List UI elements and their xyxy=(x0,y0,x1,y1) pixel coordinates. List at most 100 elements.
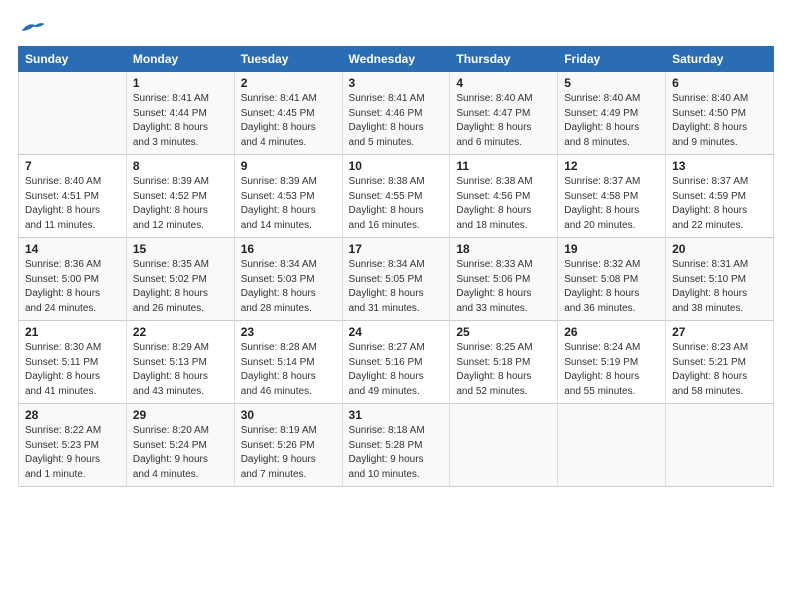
week-row-2: 7 Sunrise: 8:40 AM Sunset: 4:51 PM Daylig… xyxy=(19,155,774,238)
day-cell: 19 Sunrise: 8:32 AM Sunset: 5:08 PM Dayli… xyxy=(558,238,666,321)
col-header-sunday: Sunday xyxy=(19,47,127,72)
day-number: 29 xyxy=(133,408,228,422)
day-cell: 28Sunrise: 8:22 AM Sunset: 5:23 PM Dayli… xyxy=(19,404,127,487)
day-number: 20 xyxy=(672,242,767,256)
day-info: Sunrise: 8:41 AM Sunset: 4:46 PM Dayligh… xyxy=(349,92,444,150)
day-cell: 20Sunrise: 8:31 AM Sunset: 5:10 PM Dayli… xyxy=(666,238,774,321)
day-number: 24 xyxy=(349,325,444,339)
header xyxy=(18,18,774,36)
day-info: Sunrise: 8:41 AM Sunset: 4:44 PM Dayligh… xyxy=(133,92,228,150)
day-number: 13 xyxy=(672,159,767,173)
day-number: 30 xyxy=(241,408,336,422)
week-row-1: 1 Sunrise: 8:41 AM Sunset: 4:44 PM Daylig… xyxy=(19,72,774,155)
col-header-friday: Friday xyxy=(558,47,666,72)
week-row-4: 21Sunrise: 8:30 AM Sunset: 5:11 PM Dayli… xyxy=(19,321,774,404)
day-info: Sunrise: 8:40 AM Sunset: 4:47 PM Dayligh… xyxy=(456,92,551,150)
day-number: 11 xyxy=(456,159,551,173)
day-info: Sunrise: 8:41 AM Sunset: 4:45 PM Dayligh… xyxy=(241,92,336,150)
day-cell: 25 Sunrise: 8:25 AM Sunset: 5:18 PM Dayli… xyxy=(450,321,558,404)
day-number: 1 xyxy=(133,76,228,90)
day-cell: 27 Sunrise: 8:23 AM Sunset: 5:21 PM Dayli… xyxy=(666,321,774,404)
week-row-5: 28Sunrise: 8:22 AM Sunset: 5:23 PM Dayli… xyxy=(19,404,774,487)
day-info: Sunrise: 8:40 AM Sunset: 4:49 PM Dayligh… xyxy=(564,92,659,150)
day-cell: 23Sunrise: 8:28 AM Sunset: 5:14 PM Dayli… xyxy=(234,321,342,404)
day-info: Sunrise: 8:37 AM Sunset: 4:59 PM Dayligh… xyxy=(672,175,767,233)
day-cell: 14Sunrise: 8:36 AM Sunset: 5:00 PM Dayli… xyxy=(19,238,127,321)
day-cell: 15Sunrise: 8:35 AM Sunset: 5:02 PM Dayli… xyxy=(126,238,234,321)
col-header-wednesday: Wednesday xyxy=(342,47,450,72)
day-cell: 11 Sunrise: 8:38 AM Sunset: 4:56 PM Dayli… xyxy=(450,155,558,238)
day-info: Sunrise: 8:37 AM Sunset: 4:58 PM Dayligh… xyxy=(564,175,659,233)
day-cell: 24Sunrise: 8:27 AM Sunset: 5:16 PM Dayli… xyxy=(342,321,450,404)
col-header-thursday: Thursday xyxy=(450,47,558,72)
day-cell: 26 Sunrise: 8:24 AM Sunset: 5:19 PM Dayli… xyxy=(558,321,666,404)
day-number: 12 xyxy=(564,159,659,173)
calendar-table: SundayMondayTuesdayWednesdayThursdayFrid… xyxy=(18,46,774,487)
day-number: 21 xyxy=(25,325,120,339)
day-info: Sunrise: 8:34 AM Sunset: 5:03 PM Dayligh… xyxy=(241,258,336,316)
day-info: Sunrise: 8:19 AM Sunset: 5:26 PM Dayligh… xyxy=(241,424,336,482)
day-number: 31 xyxy=(349,408,444,422)
day-info: Sunrise: 8:23 AM Sunset: 5:21 PM Dayligh… xyxy=(672,341,767,399)
day-cell: 31 Sunrise: 8:18 AM Sunset: 5:28 PM Dayli… xyxy=(342,404,450,487)
day-info: Sunrise: 8:24 AM Sunset: 5:19 PM Dayligh… xyxy=(564,341,659,399)
day-cell: 10 Sunrise: 8:38 AM Sunset: 4:55 PM Dayli… xyxy=(342,155,450,238)
day-number: 9 xyxy=(241,159,336,173)
day-cell: 1 Sunrise: 8:41 AM Sunset: 4:44 PM Daylig… xyxy=(126,72,234,155)
week-row-3: 14Sunrise: 8:36 AM Sunset: 5:00 PM Dayli… xyxy=(19,238,774,321)
day-cell: 3 Sunrise: 8:41 AM Sunset: 4:46 PM Daylig… xyxy=(342,72,450,155)
day-cell: 13 Sunrise: 8:37 AM Sunset: 4:59 PM Dayli… xyxy=(666,155,774,238)
logo-bird-icon xyxy=(18,18,46,36)
day-number: 16 xyxy=(241,242,336,256)
day-cell: 2 Sunrise: 8:41 AM Sunset: 4:45 PM Daylig… xyxy=(234,72,342,155)
logo xyxy=(18,18,50,36)
day-cell xyxy=(558,404,666,487)
day-cell: 18 Sunrise: 8:33 AM Sunset: 5:06 PM Dayli… xyxy=(450,238,558,321)
day-cell xyxy=(19,72,127,155)
day-number: 3 xyxy=(349,76,444,90)
day-number: 26 xyxy=(564,325,659,339)
day-number: 19 xyxy=(564,242,659,256)
day-number: 7 xyxy=(25,159,120,173)
day-number: 4 xyxy=(456,76,551,90)
day-cell xyxy=(666,404,774,487)
day-cell: 6 Sunrise: 8:40 AM Sunset: 4:50 PM Daylig… xyxy=(666,72,774,155)
day-number: 8 xyxy=(133,159,228,173)
day-info: Sunrise: 8:33 AM Sunset: 5:06 PM Dayligh… xyxy=(456,258,551,316)
day-number: 2 xyxy=(241,76,336,90)
col-header-monday: Monday xyxy=(126,47,234,72)
day-info: Sunrise: 8:40 AM Sunset: 4:51 PM Dayligh… xyxy=(25,175,120,233)
day-cell: 30 Sunrise: 8:19 AM Sunset: 5:26 PM Dayli… xyxy=(234,404,342,487)
col-header-saturday: Saturday xyxy=(666,47,774,72)
day-cell: 8Sunrise: 8:39 AM Sunset: 4:52 PM Daylig… xyxy=(126,155,234,238)
day-number: 25 xyxy=(456,325,551,339)
day-info: Sunrise: 8:32 AM Sunset: 5:08 PM Dayligh… xyxy=(564,258,659,316)
day-info: Sunrise: 8:39 AM Sunset: 4:53 PM Dayligh… xyxy=(241,175,336,233)
col-header-tuesday: Tuesday xyxy=(234,47,342,72)
day-info: Sunrise: 8:25 AM Sunset: 5:18 PM Dayligh… xyxy=(456,341,551,399)
day-info: Sunrise: 8:38 AM Sunset: 4:56 PM Dayligh… xyxy=(456,175,551,233)
day-cell: 9 Sunrise: 8:39 AM Sunset: 4:53 PM Daylig… xyxy=(234,155,342,238)
day-cell: 22Sunrise: 8:29 AM Sunset: 5:13 PM Dayli… xyxy=(126,321,234,404)
day-cell: 21Sunrise: 8:30 AM Sunset: 5:11 PM Dayli… xyxy=(19,321,127,404)
day-number: 17 xyxy=(349,242,444,256)
day-cell: 16 Sunrise: 8:34 AM Sunset: 5:03 PM Dayli… xyxy=(234,238,342,321)
day-info: Sunrise: 8:38 AM Sunset: 4:55 PM Dayligh… xyxy=(349,175,444,233)
day-info: Sunrise: 8:20 AM Sunset: 5:24 PM Dayligh… xyxy=(133,424,228,482)
day-info: Sunrise: 8:28 AM Sunset: 5:14 PM Dayligh… xyxy=(241,341,336,399)
day-number: 22 xyxy=(133,325,228,339)
day-info: Sunrise: 8:36 AM Sunset: 5:00 PM Dayligh… xyxy=(25,258,120,316)
day-cell xyxy=(450,404,558,487)
day-info: Sunrise: 8:18 AM Sunset: 5:28 PM Dayligh… xyxy=(349,424,444,482)
day-cell: 7 Sunrise: 8:40 AM Sunset: 4:51 PM Daylig… xyxy=(19,155,127,238)
day-info: Sunrise: 8:22 AM Sunset: 5:23 PM Dayligh… xyxy=(25,424,120,482)
day-info: Sunrise: 8:40 AM Sunset: 4:50 PM Dayligh… xyxy=(672,92,767,150)
header-row: SundayMondayTuesdayWednesdayThursdayFrid… xyxy=(19,47,774,72)
day-cell: 4 Sunrise: 8:40 AM Sunset: 4:47 PM Daylig… xyxy=(450,72,558,155)
page: SundayMondayTuesdayWednesdayThursdayFrid… xyxy=(0,0,792,612)
day-number: 27 xyxy=(672,325,767,339)
day-number: 10 xyxy=(349,159,444,173)
day-number: 6 xyxy=(672,76,767,90)
day-info: Sunrise: 8:35 AM Sunset: 5:02 PM Dayligh… xyxy=(133,258,228,316)
day-number: 18 xyxy=(456,242,551,256)
